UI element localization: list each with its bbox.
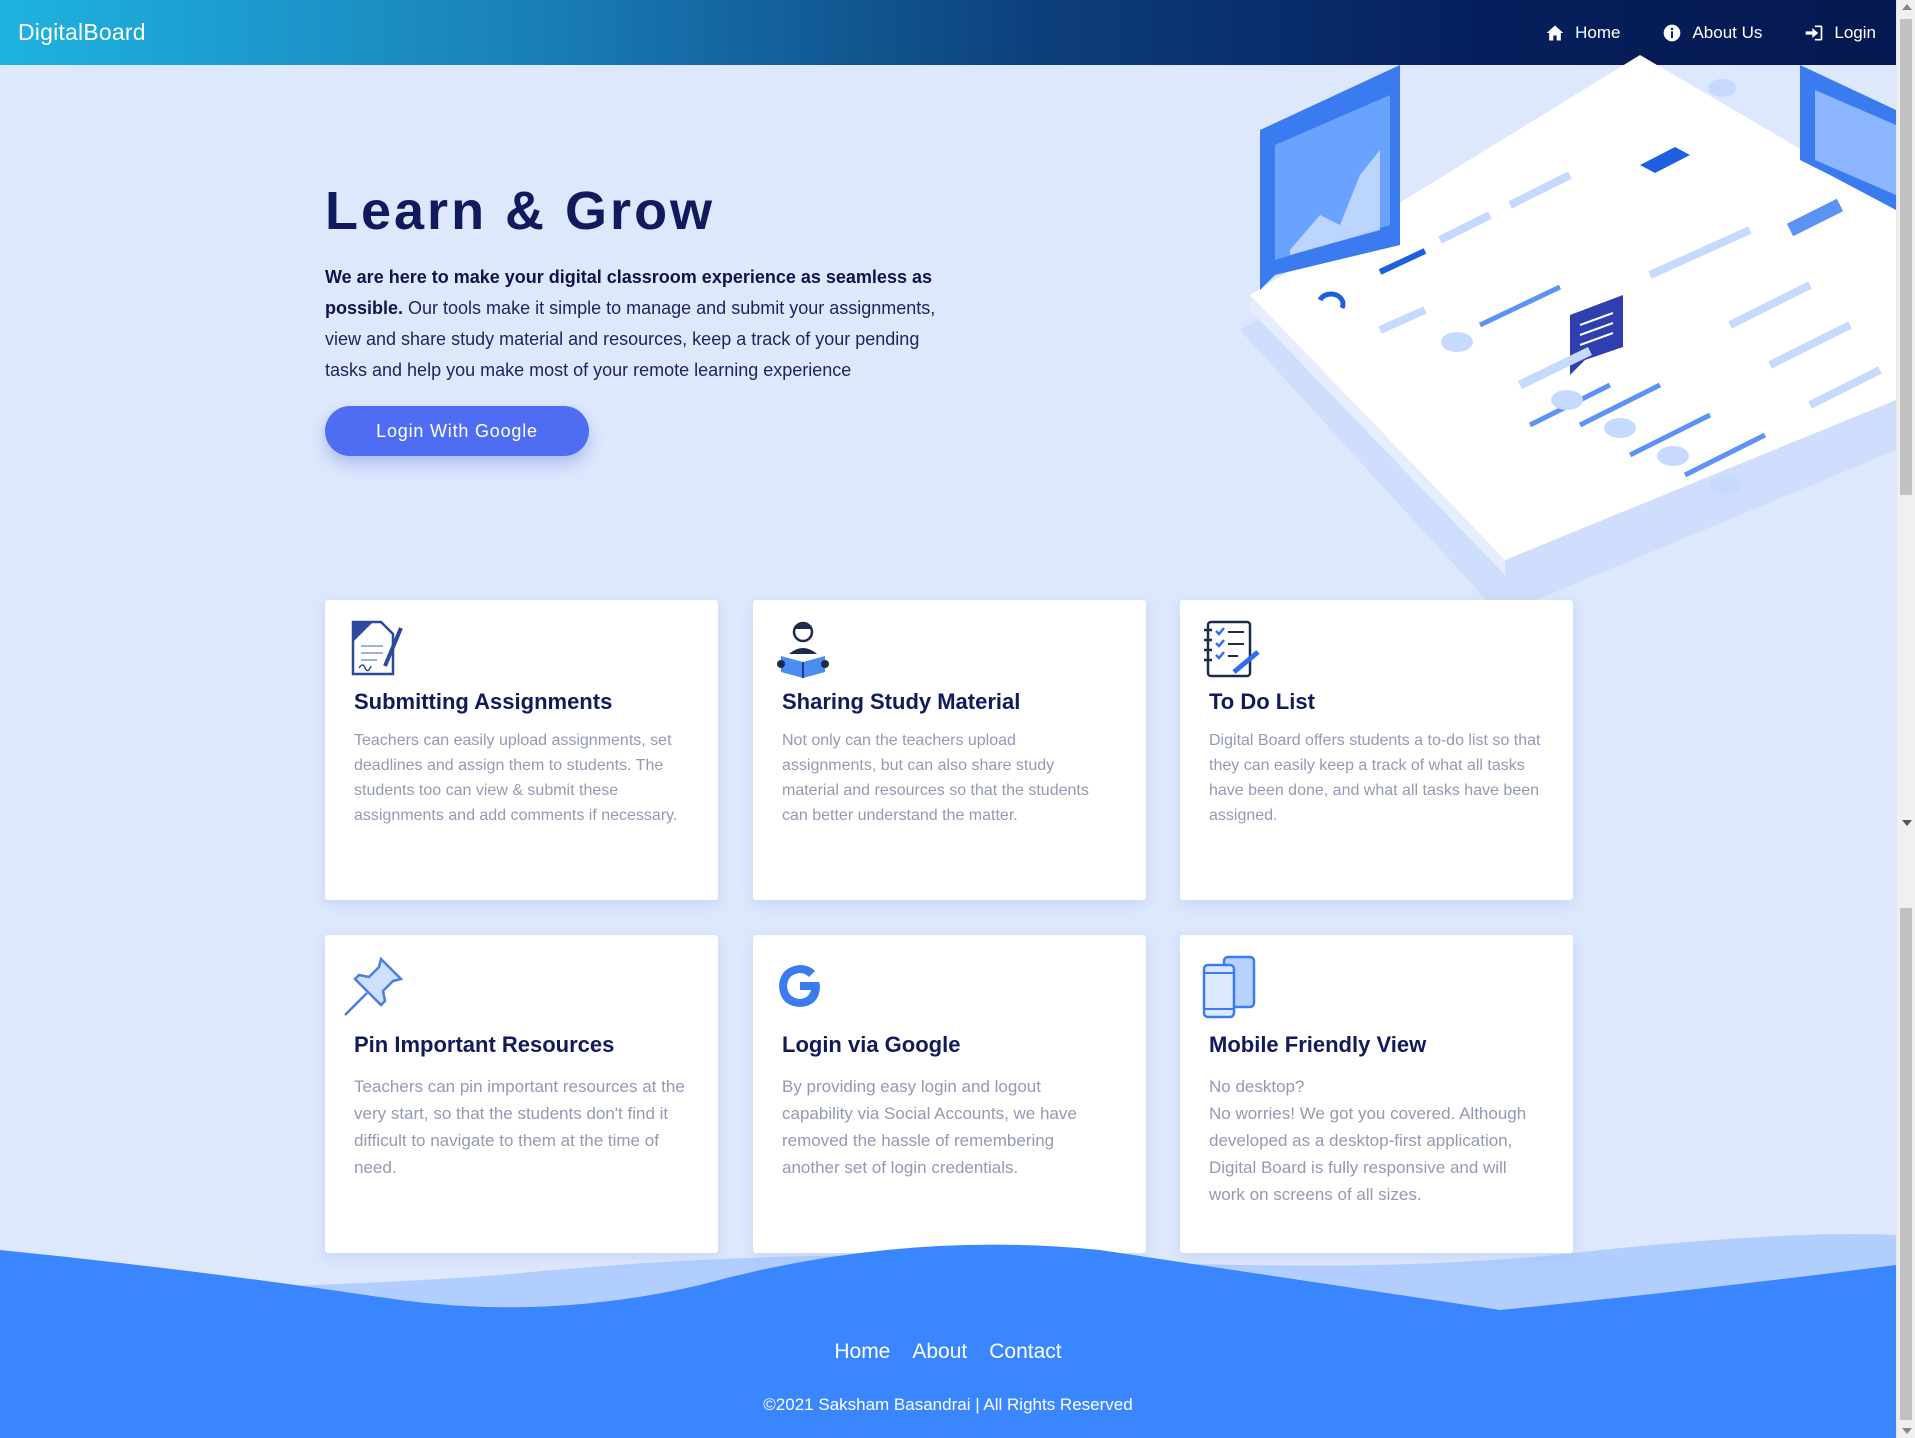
brand-logo[interactable]: DigitalBoard (18, 19, 146, 46)
scroll-up-arrow-icon[interactable] (1902, 4, 1912, 10)
scrollbar-thumb[interactable] (1900, 19, 1912, 495)
feature-description: Teachers can pin important resources at … (354, 1077, 685, 1177)
feature-title: Mobile Friendly View (1209, 1032, 1427, 1057)
hero-title: Learn & Grow (325, 181, 716, 241)
assignment-document-icon (351, 620, 403, 676)
feature-title: Submitting Assignments (354, 689, 613, 714)
google-icon (779, 965, 820, 1007)
feature-description: Digital Board offers students a to-do li… (1209, 732, 1541, 824)
mobile-devices-icon (1202, 955, 1256, 1019)
nav-home-label: Home (1575, 22, 1621, 42)
footer-contact-link[interactable]: Contact (989, 1340, 1061, 1364)
home-icon (1546, 25, 1564, 40)
nav-login-link[interactable]: Login (1804, 23, 1876, 43)
feature-card-login-google: Login via Google By providing easy login… (753, 935, 1146, 1253)
dashboard-illustration (1240, 55, 1896, 615)
reading-student-icon (777, 621, 829, 678)
nav-about-link[interactable]: About Us (1662, 23, 1762, 43)
feature-card-assignments: Submitting Assignments Teachers can easi… (325, 600, 718, 900)
feature-card-mobile-view: Mobile Friendly View No desktop? No worr… (1180, 935, 1573, 1253)
footer-home-link[interactable]: Home (834, 1340, 890, 1364)
feature-card-pin-resources: Pin Important Resources Teachers can pin… (325, 935, 718, 1253)
feature-description-body: No worries! We got you covered. Although… (1209, 1104, 1527, 1204)
feature-description: Teachers can easily upload assignments, … (354, 732, 678, 824)
nav-links: Home About Us Login (1545, 23, 1876, 43)
feature-description: No desktop? No worries! We got you cover… (1209, 1073, 1541, 1208)
sign-in-icon (1806, 25, 1823, 40)
checklist-icon (1204, 620, 1260, 678)
feature-title: Sharing Study Material (782, 689, 1021, 714)
hero-section: Learn & Grow We are here to make your di… (325, 180, 965, 456)
hero-description: We are here to make your digital classro… (325, 262, 965, 386)
pushpin-icon (344, 956, 404, 1016)
feature-title: Pin Important Resources (354, 1032, 615, 1057)
feature-card-study-material: Sharing Study Material Not only can the … (753, 600, 1146, 900)
nav-login-label: Login (1834, 22, 1876, 42)
scroll-down-arrow-icon[interactable] (1902, 820, 1912, 826)
scrollbar-thumb-lower[interactable] (1900, 908, 1912, 1420)
feature-description-line1: No desktop? (1209, 1077, 1305, 1096)
footer-links: Home About Contact (0, 1340, 1896, 1364)
feature-title: Login via Google (782, 1032, 961, 1057)
feature-description: By providing easy login and logout capab… (782, 1077, 1077, 1177)
feature-title: To Do List (1209, 689, 1315, 714)
nav-home-link[interactable]: Home (1545, 23, 1620, 43)
nav-about-label: About Us (1692, 22, 1763, 42)
feature-card-todo-list: To Do List Digital Board offers students… (1180, 600, 1573, 900)
feature-description: Not only can the teachers upload assignm… (782, 732, 1089, 824)
scroll-bottom-arrow-icon[interactable] (1902, 1428, 1912, 1434)
info-icon (1664, 24, 1681, 41)
login-with-google-button[interactable]: Login With Google (325, 406, 589, 456)
copyright-text: ©2021 Saksham Basandrai | All Rights Res… (763, 1395, 1133, 1414)
page-scrollbar[interactable] (1896, 0, 1915, 1438)
hero-lead-rest: Our tools make it simple to manage and s… (325, 298, 936, 380)
footer-about-link[interactable]: About (912, 1340, 967, 1364)
